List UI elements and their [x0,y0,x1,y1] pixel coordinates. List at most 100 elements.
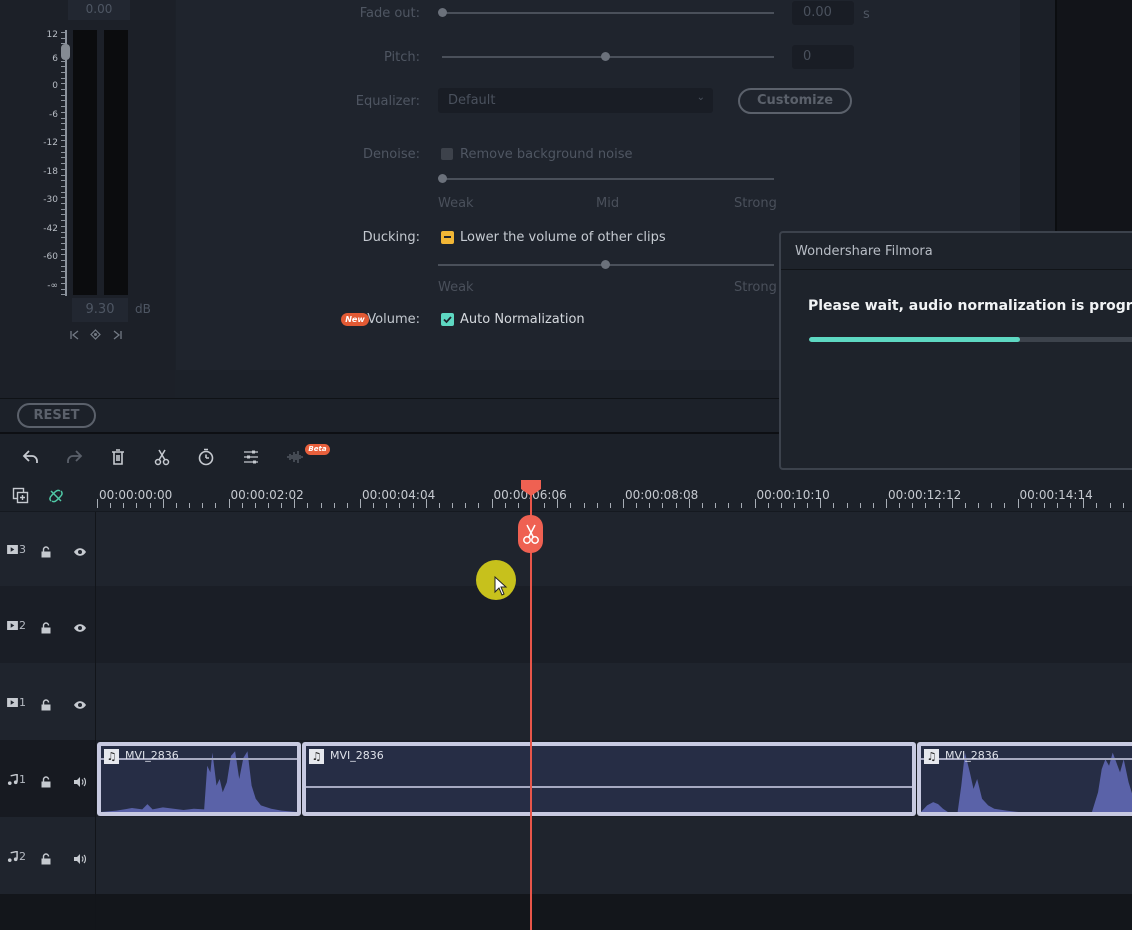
pitch-input[interactable]: 0 [792,45,854,69]
keyframe-next-icon[interactable] [112,329,122,343]
track-audio-2: 2 [0,817,1132,894]
ruler-tick [162,499,164,508]
track-lane[interactable] [96,817,1132,894]
ruler-tick [175,503,177,508]
mouse-cursor-icon [494,576,508,596]
eye-icon[interactable] [73,696,87,709]
eye-icon[interactable] [73,619,87,632]
lock-icon[interactable] [40,543,52,558]
track-header: 2 [0,586,96,663]
split-icon[interactable] [151,446,173,468]
ducking-knob[interactable] [601,260,610,269]
audio-wave-icon[interactable] [284,446,306,468]
track-lane[interactable] [96,586,1132,663]
fade-out-knob[interactable] [438,8,447,17]
track-lane[interactable] [96,663,1132,740]
delete-icon[interactable] [107,446,129,468]
ruler-tick [412,503,414,508]
speaker-icon[interactable] [73,850,87,864]
ruler-tick [767,503,769,508]
track-header: 3 [0,512,96,586]
ruler-tick [1043,503,1045,508]
eye-icon[interactable] [73,543,87,556]
fade-out-unit: s [863,7,870,22]
fade-out-slider[interactable] [442,12,774,14]
db-scale-tick [61,237,65,239]
ruler-tick [478,503,480,508]
db-scale-tick [61,265,65,267]
adjust-icon[interactable] [240,446,262,468]
undo-icon[interactable] [20,446,42,468]
db-scale-label: 12 [46,30,58,40]
db-scale-label: -30 [43,195,58,205]
link-icon[interactable] [47,487,65,505]
lock-icon[interactable] [40,619,52,633]
db-scale-tick [61,111,65,113]
ducking-checkbox[interactable] [441,231,454,244]
volume-line[interactable] [306,786,912,788]
ruler-tick [820,499,822,508]
lock-icon[interactable] [40,696,52,710]
ruler-tick [1083,499,1085,508]
track-lane[interactable] [96,512,1132,586]
ruler-tick [583,503,585,508]
add-track-icon[interactable] [12,487,30,505]
volume-knob[interactable] [61,44,70,60]
denoise-label: Denoise: [363,147,420,162]
timeline-ruler[interactable]: 00:00:00:00 00:00:02:02 00:00:04:04 00:00:0… [96,480,1132,512]
db-scale-tick [61,214,65,216]
reset-button[interactable]: RESET [17,403,96,428]
volume-value-input[interactable]: 9.30 [72,298,128,322]
playhead-handle[interactable] [521,480,541,496]
db-scale-tick [61,60,65,62]
ruler-tick [1030,503,1032,508]
db-scale-tick [61,37,65,39]
pitch-knob[interactable] [601,52,610,61]
ruler-tick [623,499,624,508]
ruler-tick [1056,503,1058,508]
ruler-tick [675,503,677,508]
lock-icon[interactable] [40,773,52,787]
volume-label: Volume: [367,312,420,327]
db-scale-tick [61,157,65,159]
denoise-checkbox[interactable] [441,148,453,160]
track-number: 1 [19,695,26,709]
ruler-tick [570,503,572,508]
ruler-tick [1122,503,1124,508]
db-scale-tick [61,294,65,296]
keyframe-prev-icon[interactable] [70,329,80,343]
fade-out-label: Fade out: [359,6,420,21]
auto-normalization-checkbox[interactable] [441,313,454,326]
lock-icon[interactable] [40,850,52,864]
playhead-split-icon[interactable] [518,515,543,553]
denoise-slider[interactable] [442,178,774,180]
ruler-tick [425,499,427,508]
speaker-icon[interactable] [73,773,87,787]
ruler-tick [1004,503,1006,508]
customize-button[interactable]: Customize [738,88,852,114]
db-scale-tick [61,106,65,108]
db-scale-tick [61,282,65,284]
ruler-tick [715,503,717,508]
denoise-knob[interactable] [438,174,447,183]
fade-out-input[interactable]: 0.00 [792,1,854,25]
track-lane[interactable]: ♫ MVI_2836 ♫ MVI_2836 ♫ MVI_2836 [96,740,1132,817]
equalizer-dropdown[interactable]: Default ⌄ [438,88,713,113]
audio-clip[interactable]: ♫ MVI_2836 [302,742,916,816]
dialog-message: Please wait, audio normalization is prog… [808,298,1132,314]
audio-track-icon: 2 [7,850,26,863]
redo-icon[interactable] [63,446,85,468]
ruler-tick [241,503,243,508]
clip-body: ♫ MVI_2836 [921,746,1132,812]
keyframe-add-icon[interactable] [90,329,101,343]
audio-clip[interactable]: ♫ MVI_2836 [917,742,1132,816]
track-lane[interactable] [96,894,1132,930]
ruler-tick [807,503,809,508]
ruler-tick [846,503,848,508]
ruler-tick [215,503,217,508]
db-scale-tick [61,71,65,73]
speed-icon[interactable] [195,446,217,468]
audio-clip[interactable]: ♫ MVI_2836 [97,742,301,816]
ruler-tick [1070,503,1072,508]
ruler-tick [964,503,966,508]
